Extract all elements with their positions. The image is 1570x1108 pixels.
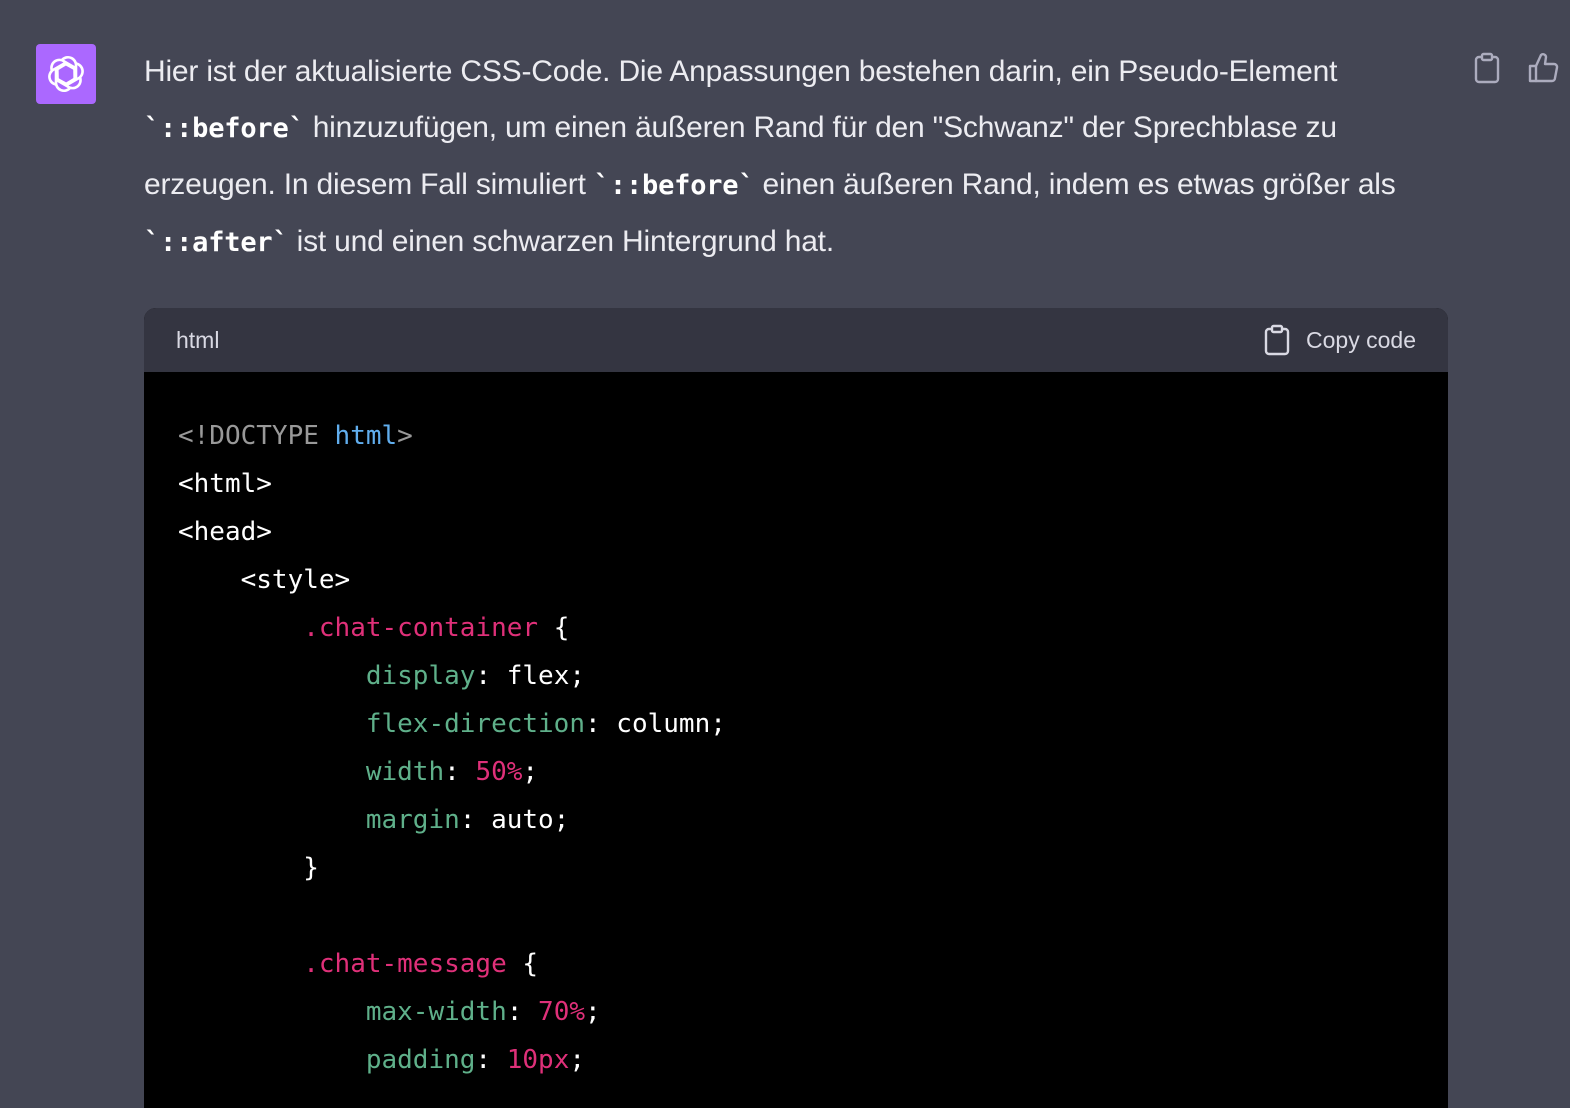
code-line: } bbox=[178, 844, 1448, 892]
thumbs-up-icon bbox=[1528, 53, 1559, 83]
code-token: <head> bbox=[178, 517, 272, 547]
code-token: 10px bbox=[506, 1045, 570, 1075]
inline-code: `::before` bbox=[593, 170, 755, 201]
code-token: } bbox=[178, 853, 319, 883]
code-line: <html> bbox=[178, 460, 1448, 508]
copy-code-button[interactable]: Copy code bbox=[1264, 324, 1416, 356]
clipboard-icon bbox=[1264, 324, 1290, 356]
code-line: width: 50%; bbox=[178, 748, 1448, 796]
code-token: display bbox=[365, 661, 476, 691]
code-token: 50% bbox=[475, 757, 523, 787]
code-token: { bbox=[506, 949, 539, 979]
assistant-message-text: Hier ist der aktualisierte CSS-Code. Die… bbox=[144, 44, 1444, 271]
code-token: flex-direction bbox=[365, 709, 585, 739]
openai-logo-icon bbox=[48, 55, 84, 93]
code-line: .chat-message { bbox=[178, 940, 1448, 988]
code-token: html bbox=[334, 421, 398, 451]
code-token: : auto; bbox=[459, 805, 570, 835]
message-text-segment: ist und einen schwarzen Hintergrund hat. bbox=[288, 225, 835, 258]
code-block-header: html Copy code bbox=[144, 308, 1448, 372]
code-line: margin: auto; bbox=[178, 796, 1448, 844]
message-actions bbox=[1470, 50, 1560, 86]
code-line: <head> bbox=[178, 508, 1448, 556]
code-token: { bbox=[538, 613, 570, 643]
code-token: <html> bbox=[178, 469, 272, 499]
code-token: <!DOCTYPE bbox=[178, 421, 335, 451]
code-token: : bbox=[475, 1045, 507, 1075]
code-token: : bbox=[506, 997, 539, 1027]
code-line: flex-direction: column; bbox=[178, 700, 1448, 748]
message-text-segment: einen äußeren Rand, indem es etwas größe… bbox=[754, 168, 1396, 201]
code-token: <style> bbox=[178, 565, 351, 595]
inline-code: `::after` bbox=[144, 227, 289, 258]
code-token: : flex; bbox=[475, 661, 585, 691]
code-language-label: html bbox=[176, 326, 220, 353]
copy-message-button[interactable] bbox=[1470, 50, 1504, 86]
code-token: .chat-container bbox=[303, 613, 539, 643]
assistant-avatar bbox=[36, 44, 96, 104]
code-token: ; bbox=[569, 1045, 586, 1075]
code-line: .chat-container { bbox=[178, 604, 1448, 652]
code-token: : bbox=[444, 757, 476, 787]
code-token: : column; bbox=[585, 709, 726, 739]
code-token: width bbox=[365, 757, 445, 787]
code-line: padding: 10px; bbox=[178, 1036, 1448, 1084]
code-token: > bbox=[397, 421, 413, 451]
code-token: ; bbox=[522, 757, 539, 787]
code-token: ; bbox=[585, 997, 601, 1027]
code-token: padding bbox=[365, 1045, 476, 1075]
code-content: <!DOCTYPE html> <html> <head> <style> .cha… bbox=[144, 372, 1448, 1084]
code-token: 70% bbox=[538, 997, 586, 1027]
code-block: html Copy code <!DOCTYPE html> <html> <hea… bbox=[144, 308, 1448, 1108]
thumbs-up-button[interactable] bbox=[1526, 50, 1560, 86]
code-token: max-width bbox=[365, 997, 507, 1027]
code-token: .chat-message bbox=[303, 949, 507, 979]
code-line: max-width: 70%; bbox=[178, 988, 1448, 1036]
code-line: display: flex; bbox=[178, 652, 1448, 700]
inline-code: `::before` bbox=[144, 113, 305, 144]
clipboard-icon bbox=[1474, 52, 1500, 84]
code-token: margin bbox=[365, 805, 460, 835]
code-line: <style> bbox=[178, 556, 1448, 604]
copy-code-label: Copy code bbox=[1306, 326, 1416, 353]
code-line: <!DOCTYPE html> bbox=[178, 412, 1448, 460]
message-text-segment: Hier ist der aktualisierte CSS-Code. Die… bbox=[144, 55, 1338, 88]
